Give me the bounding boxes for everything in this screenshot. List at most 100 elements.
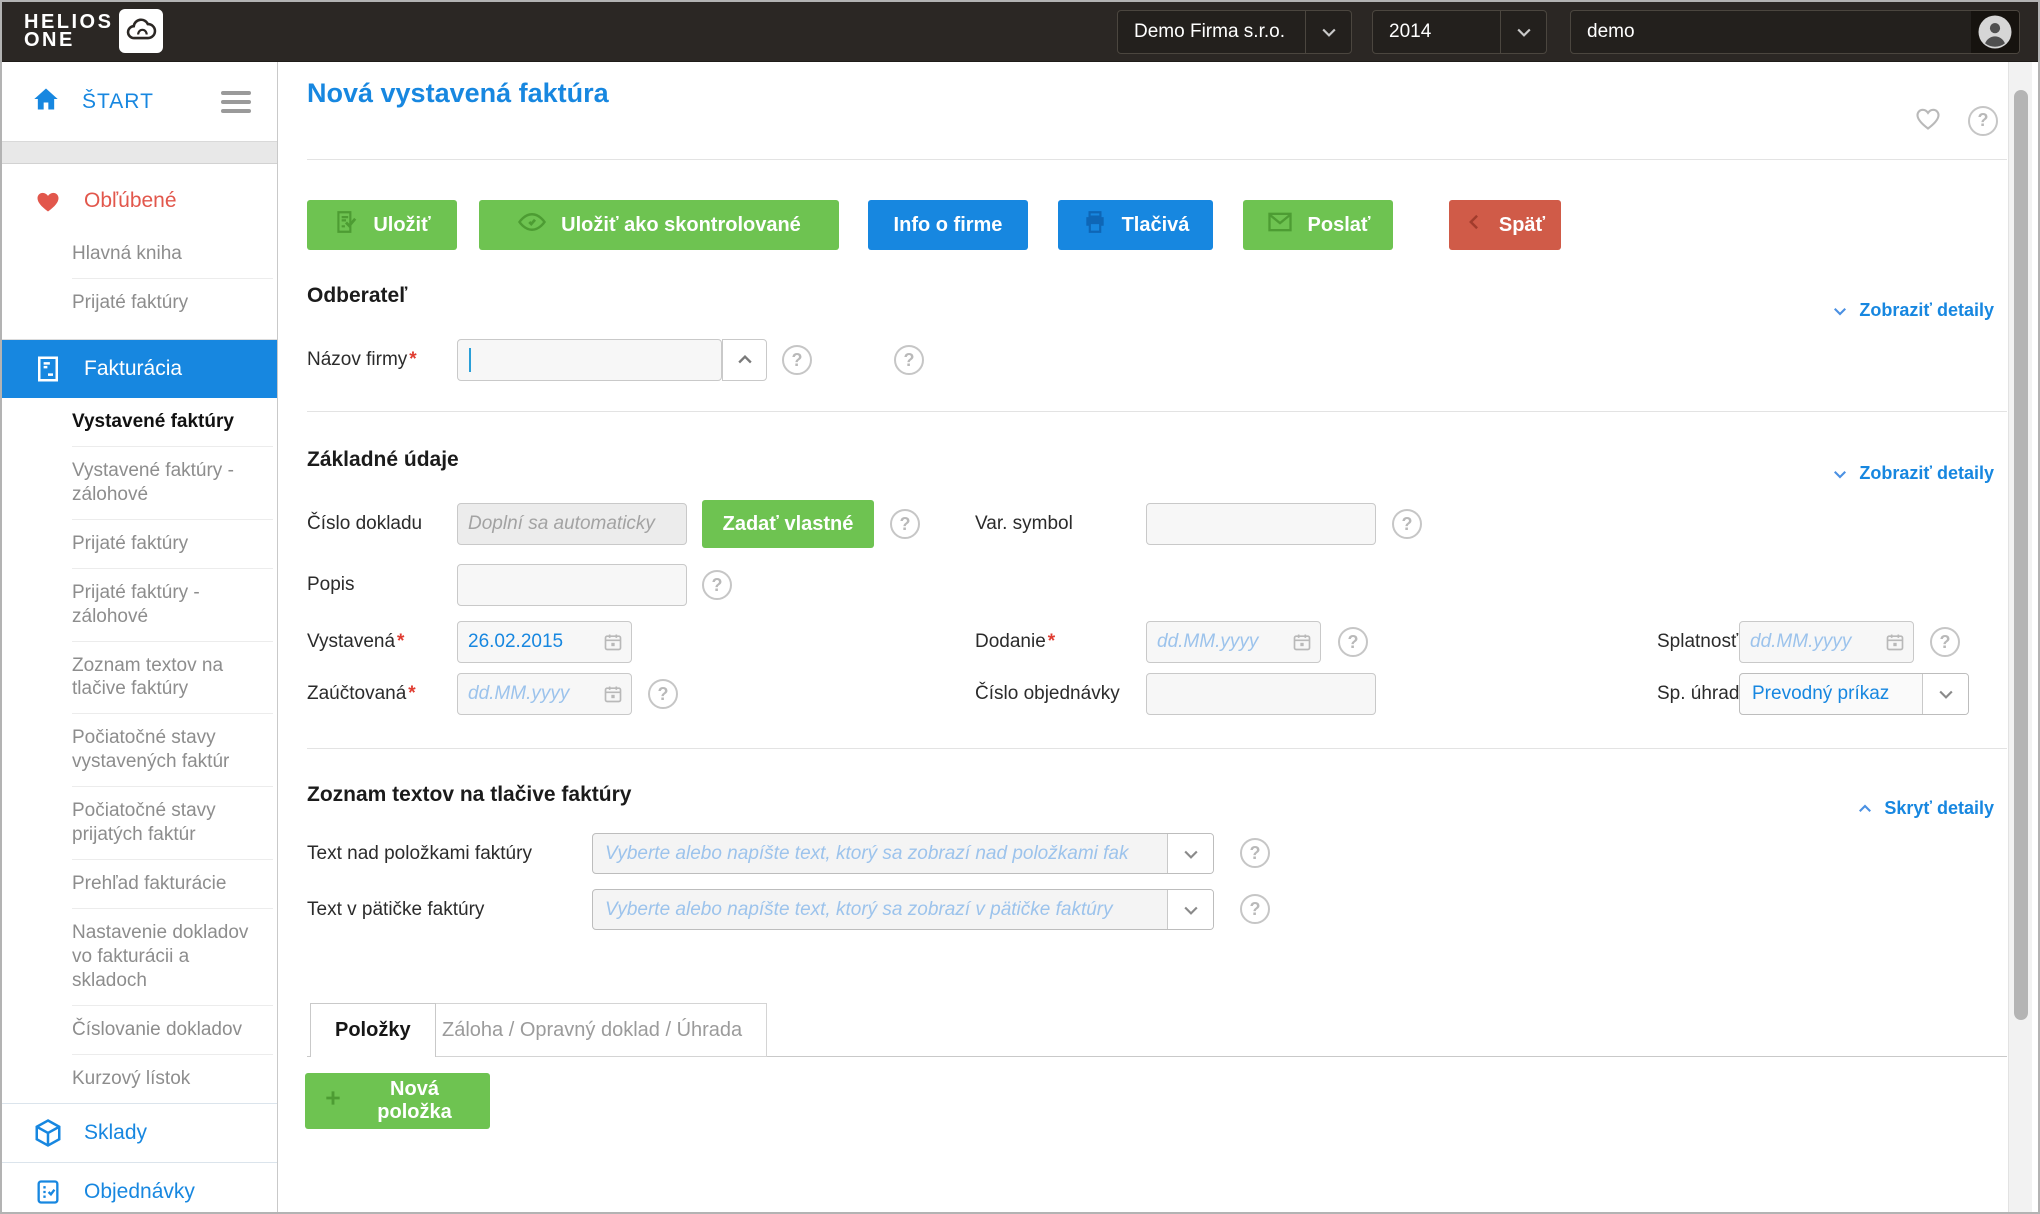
user-avatar-icon[interactable]	[1971, 11, 2019, 53]
order-number-input[interactable]	[1146, 673, 1376, 715]
company-info-button[interactable]: Info o firme	[868, 200, 1028, 250]
save-button[interactable]: Uložiť	[307, 200, 457, 250]
year-select[interactable]: 2014	[1372, 10, 1547, 54]
help-icon[interactable]: ?	[1392, 509, 1422, 539]
divider	[307, 748, 2007, 749]
delivery-date-field[interactable]	[1146, 621, 1321, 663]
user-name: demo	[1571, 21, 1971, 43]
help-icon[interactable]: ?	[890, 509, 920, 539]
texts-hide-details-link[interactable]: Skryť detaily	[1856, 798, 1994, 819]
due-date-input[interactable]	[1750, 631, 1885, 653]
sidebar-item-document-numbering[interactable]: Číslovanie dokladov	[72, 1005, 273, 1054]
cube-icon	[32, 1118, 64, 1148]
chevron-down-icon[interactable]	[1167, 834, 1213, 873]
calendar-icon[interactable]	[603, 632, 623, 652]
sidebar-item-main-ledger[interactable]: Hlavná kniha	[72, 230, 273, 278]
cloud-logo-icon	[119, 9, 163, 53]
text-cursor	[469, 348, 471, 372]
scrollbar-thumb[interactable]	[2014, 90, 2028, 1020]
due-date-field[interactable]	[1739, 621, 1914, 663]
sidebar-item-invoice-print-texts[interactable]: Zoznam textov na tlačive faktúry	[72, 641, 273, 714]
favorite-heart-icon[interactable]	[1914, 104, 1942, 137]
sidebar-item-initial-states-issued[interactable]: Počiatočné stavy vystavených faktúr	[72, 713, 273, 786]
order-number-label: Číslo objednávky	[975, 673, 1120, 715]
plus-icon	[323, 1088, 343, 1114]
help-icon[interactable]: ?	[648, 679, 678, 709]
text-above-items-label: Text nad položkami faktúry	[307, 833, 532, 875]
doc-number-label: Číslo dokladu	[307, 503, 422, 545]
calendar-icon[interactable]	[1292, 632, 1312, 652]
print-forms-button[interactable]: Tlačivá	[1058, 200, 1213, 250]
help-icon[interactable]: ?	[1930, 627, 1960, 657]
sidebar-item-received-invoices-advance[interactable]: Prijaté faktúry - zálohové	[72, 568, 273, 641]
help-icon[interactable]: ?	[1240, 838, 1270, 868]
sidebar-item-exchange-rates[interactable]: Kurzový lístok	[72, 1054, 273, 1103]
help-icon[interactable]: ?	[782, 345, 812, 375]
text-footer-combo[interactable]	[592, 889, 1214, 930]
doc-number-input[interactable]	[457, 503, 687, 545]
issued-date-input[interactable]	[468, 631, 603, 653]
company-name-expand-button[interactable]	[722, 339, 767, 381]
company-select[interactable]: Demo Firma s.r.o.	[1117, 10, 1352, 54]
basic-show-details-link[interactable]: Zobraziť detaily	[1831, 463, 1994, 484]
chevron-down-icon[interactable]	[1500, 11, 1546, 53]
chevron-down-icon[interactable]	[1922, 674, 1968, 714]
sidebar-item-label: Fakturácia	[84, 357, 182, 381]
sidebar-item-document-settings[interactable]: Nastavenie dokladov vo fakturácii a skla…	[72, 908, 273, 1005]
delivery-date-input[interactable]	[1157, 631, 1292, 653]
sidebar-item-start[interactable]: ŠTART	[2, 62, 277, 142]
scrollbar-track[interactable]	[2008, 62, 2032, 1212]
sidebar-item-orders[interactable]: Objednávky	[2, 1163, 277, 1212]
chevron-down-icon[interactable]	[1167, 890, 1213, 929]
sidebar-item-initial-states-received[interactable]: Počiatočné stavy prijatých faktúr	[72, 786, 273, 859]
chevron-down-icon[interactable]	[1305, 11, 1351, 53]
sidebar-item-stocks[interactable]: Sklady	[2, 1104, 277, 1162]
app-logo[interactable]: HELIOS ONE	[24, 9, 163, 53]
main-content: Nová vystavená faktúra ? Uložiť Uložiť a…	[278, 62, 2038, 1212]
text-above-items-input[interactable]	[593, 834, 1167, 873]
sidebar-item-received-invoices[interactable]: Prijaté faktúry	[72, 278, 273, 327]
posted-label: Zaúčtovaná*	[307, 673, 416, 715]
help-icon[interactable]: ?	[1240, 894, 1270, 924]
tab-items[interactable]: Položky	[310, 1003, 436, 1057]
calendar-icon[interactable]	[603, 684, 623, 704]
order-number-field	[1146, 673, 1376, 715]
help-icon[interactable]: ?	[1968, 106, 1998, 136]
payment-method-value: Prevodný príkaz	[1740, 674, 1922, 714]
company-name-input[interactable]	[457, 339, 722, 381]
help-icon[interactable]: ?	[1338, 627, 1368, 657]
posted-date-field[interactable]	[457, 673, 632, 715]
payment-method-select[interactable]: Prevodný príkaz	[1739, 673, 1969, 715]
user-menu[interactable]: demo	[1570, 10, 2020, 54]
back-button[interactable]: Späť	[1449, 200, 1561, 250]
company-select-value: Demo Firma s.r.o.	[1118, 21, 1305, 43]
text-above-items-combo[interactable]	[592, 833, 1214, 874]
issued-date-field[interactable]	[457, 621, 632, 663]
sidebar-item-received-invoices[interactable]: Prijaté faktúry	[72, 519, 273, 568]
posted-date-input[interactable]	[468, 683, 603, 705]
help-icon[interactable]: ?	[702, 570, 732, 600]
save-as-checked-button[interactable]: Uložiť ako skontrolované	[479, 200, 839, 250]
toolbar: Uložiť Uložiť ako skontrolované Info o f…	[307, 200, 1561, 250]
var-symbol-input[interactable]	[1146, 503, 1376, 545]
sidebar-item-invoicing[interactable]: Fakturácia	[2, 340, 277, 398]
chevron-up-icon	[1856, 800, 1874, 818]
customer-show-details-link[interactable]: Zobraziť detaily	[1831, 300, 1994, 321]
sidebar-item-invoicing-overview[interactable]: Prehľad fakturácie	[72, 859, 273, 908]
description-input[interactable]	[457, 564, 687, 606]
var-symbol-field	[1146, 503, 1376, 545]
delivery-label: Dodanie*	[975, 621, 1055, 663]
sidebar-item-label: Objednávky	[84, 1180, 195, 1204]
help-icon[interactable]: ?	[894, 345, 924, 375]
calendar-icon[interactable]	[1885, 632, 1905, 652]
tab-advance-correction-payment[interactable]: Záloha / Opravný doklad / Úhrada	[417, 1003, 767, 1057]
save-document-icon	[333, 209, 359, 241]
enter-own-number-button[interactable]: Zadať vlastné	[702, 500, 874, 548]
send-button[interactable]: Poslať	[1243, 200, 1393, 250]
menu-icon[interactable]	[221, 91, 251, 113]
new-item-button[interactable]: Nová položka	[305, 1073, 490, 1129]
sidebar-item-issued-invoices[interactable]: Vystavené faktúry	[72, 398, 273, 446]
text-footer-input[interactable]	[593, 890, 1167, 929]
sidebar-item-favorites[interactable]: Obľúbené	[2, 172, 277, 230]
sidebar-item-issued-invoices-advance[interactable]: Vystavené faktúry - zálohové	[72, 446, 273, 519]
